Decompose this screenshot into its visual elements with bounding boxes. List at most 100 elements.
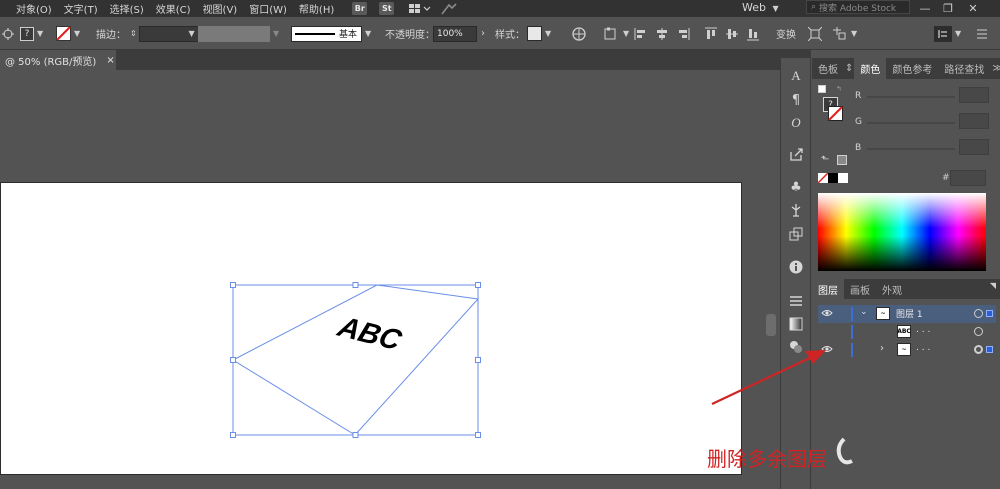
artboard[interactable]: ABC	[0, 182, 742, 475]
paragraph-panel-icon[interactable]: ¶	[787, 91, 805, 109]
menu-view[interactable]: 视图(V)	[197, 1, 244, 16]
close-window-button[interactable]: ✕	[962, 0, 984, 17]
arrange-documents-icon[interactable]	[408, 3, 432, 15]
white-swatch[interactable]	[838, 173, 848, 183]
none-swatch[interactable]	[818, 173, 828, 183]
slider-g[interactable]	[867, 122, 955, 124]
align-to-icon[interactable]: ▼	[604, 25, 629, 42]
stroke-weight-stepper[interactable]: ⇕ ▼	[130, 25, 199, 42]
menu-select[interactable]: 选择(S)	[104, 1, 150, 16]
stroke-weight-field[interactable]: ▼	[138, 25, 199, 42]
chevron-down-icon[interactable]: ⌄	[860, 307, 868, 317]
hex-field[interactable]	[950, 170, 986, 186]
symbols-panel-icon[interactable]: ♣	[787, 178, 805, 196]
slider-r[interactable]	[867, 96, 955, 98]
panel-menu-icon[interactable]: ◥	[990, 281, 996, 290]
visibility-eye-icon[interactable]	[821, 308, 833, 321]
handle-middle-left[interactable]	[230, 357, 236, 363]
gamut-swatch[interactable]	[837, 155, 847, 165]
value-field-r[interactable]	[959, 87, 989, 103]
tab-swatches[interactable]: 色板	[812, 58, 844, 79]
stroke-swatch[interactable]: ▼	[56, 25, 80, 42]
stock-button[interactable]: St	[379, 2, 395, 15]
distorted-shape[interactable]	[231, 284, 480, 436]
stroke-swatch-none[interactable]	[828, 106, 843, 121]
handle-top-right[interactable]	[475, 282, 481, 288]
swap-colors-icon[interactable]: ↰	[836, 85, 842, 93]
target-circle-icon[interactable]	[974, 327, 983, 336]
graphic-style-swatch[interactable]: ▼	[527, 25, 551, 42]
chevron-right-icon[interactable]: ›	[481, 28, 485, 39]
align-left-icon[interactable]	[634, 25, 648, 42]
transparency-panel-icon[interactable]	[787, 338, 805, 356]
layer-name[interactable]: 图层 1	[896, 307, 923, 320]
stock-search-input[interactable]: ⌕ 搜索 Adobe Stock	[806, 0, 910, 14]
target-circle-icon[interactable]	[974, 309, 983, 318]
layer-row[interactable]: ⌄ ~ 图层 1	[818, 305, 996, 323]
gradient-panel-icon[interactable]	[787, 315, 805, 333]
black-swatch[interactable]	[828, 173, 838, 183]
visibility-eye-icon[interactable]	[821, 344, 833, 357]
dock-header[interactable]	[780, 50, 811, 58]
opacity-value[interactable]: 100%	[433, 25, 477, 42]
minimize-button[interactable]: —	[914, 0, 936, 17]
opacity-field[interactable]: 100% ›	[433, 25, 485, 42]
artwork-text[interactable]: ABC	[333, 311, 407, 357]
handle-bottom-center[interactable]	[352, 432, 359, 438]
sublayer-row[interactable]: ABC . . .	[818, 323, 996, 341]
menu-effect[interactable]: 效果(C)	[150, 1, 197, 16]
slider-b[interactable]	[867, 148, 955, 150]
tab-layers[interactable]: 图层	[812, 279, 844, 300]
isolate-group-icon[interactable]	[808, 25, 822, 42]
panel-toggle[interactable]: ▼	[934, 25, 961, 42]
menu-help[interactable]: 帮助(H)	[293, 1, 340, 16]
close-icon[interactable]: ×	[106, 55, 114, 66]
target-circle-icon[interactable]	[974, 345, 983, 354]
selection-indicator[interactable]	[986, 346, 993, 353]
gpu-performance-icon[interactable]	[440, 2, 458, 16]
puppet-warp-icon[interactable]: ▼	[832, 25, 857, 42]
handle-bottom-left[interactable]	[230, 432, 236, 438]
menu-type[interactable]: 文字(T)	[58, 1, 104, 16]
sublayer-name[interactable]: . . .	[916, 343, 930, 353]
tab-pathfinder[interactable]: 路径查找	[938, 58, 990, 79]
align-top-icon[interactable]	[704, 25, 718, 42]
align-bottom-icon[interactable]	[746, 25, 760, 42]
info-panel-icon[interactable]	[787, 258, 805, 276]
workspace-switcher[interactable]: Web ▼	[742, 1, 779, 14]
menu-window[interactable]: 窗口(W)	[243, 1, 293, 16]
handle-top-center[interactable]	[352, 282, 359, 288]
sublayer-row[interactable]: › ~ . . .	[818, 341, 996, 359]
bridge-button[interactable]: Br	[352, 2, 368, 15]
tab-appearance[interactable]: 外观	[876, 279, 908, 300]
align-center-h-icon[interactable]	[655, 25, 669, 42]
recolor-artwork-icon[interactable]	[572, 25, 586, 42]
panel-menu-icon[interactable]	[976, 25, 988, 42]
fill-swatch[interactable]: ? ▼	[20, 25, 43, 42]
sublayer-name[interactable]: . . .	[916, 325, 930, 335]
maximize-button[interactable]: ❐	[937, 0, 959, 17]
quick-swatches[interactable]	[818, 173, 848, 183]
tab-swatches-arrows[interactable]: ⇕	[844, 58, 854, 79]
value-field-g[interactable]	[959, 113, 989, 129]
artboards-panel-icon[interactable]	[787, 225, 805, 243]
handle-middle-right[interactable]	[475, 357, 481, 363]
default-colors-icon[interactable]	[818, 85, 826, 93]
character-panel-icon[interactable]: A	[787, 67, 805, 85]
tab-artboards[interactable]: 画板	[844, 279, 876, 300]
brush-definition[interactable]: 基本 ▼	[291, 25, 371, 42]
bounding-box[interactable]	[230, 282, 481, 438]
fill-stroke-widget[interactable]: ↰ ?	[818, 85, 846, 125]
align-right-icon[interactable]	[676, 25, 690, 42]
selection-indicator[interactable]	[986, 310, 993, 317]
panel-overflow-icon[interactable]: ≫	[990, 58, 1000, 79]
tab-color-guide[interactable]: 颜色参考	[886, 58, 938, 79]
handle-top-left[interactable]	[230, 282, 236, 288]
variable-width-profile[interactable]: ▼	[198, 25, 279, 42]
vertical-scrollbar[interactable]	[763, 70, 778, 489]
scroll-thumb[interactable]	[766, 314, 776, 336]
chevron-right-icon[interactable]: ›	[880, 343, 884, 354]
handle-bottom-right[interactable]	[475, 432, 481, 438]
canvas-area[interactable]: ABC	[0, 70, 763, 489]
align-panel-icon[interactable]	[787, 292, 805, 310]
